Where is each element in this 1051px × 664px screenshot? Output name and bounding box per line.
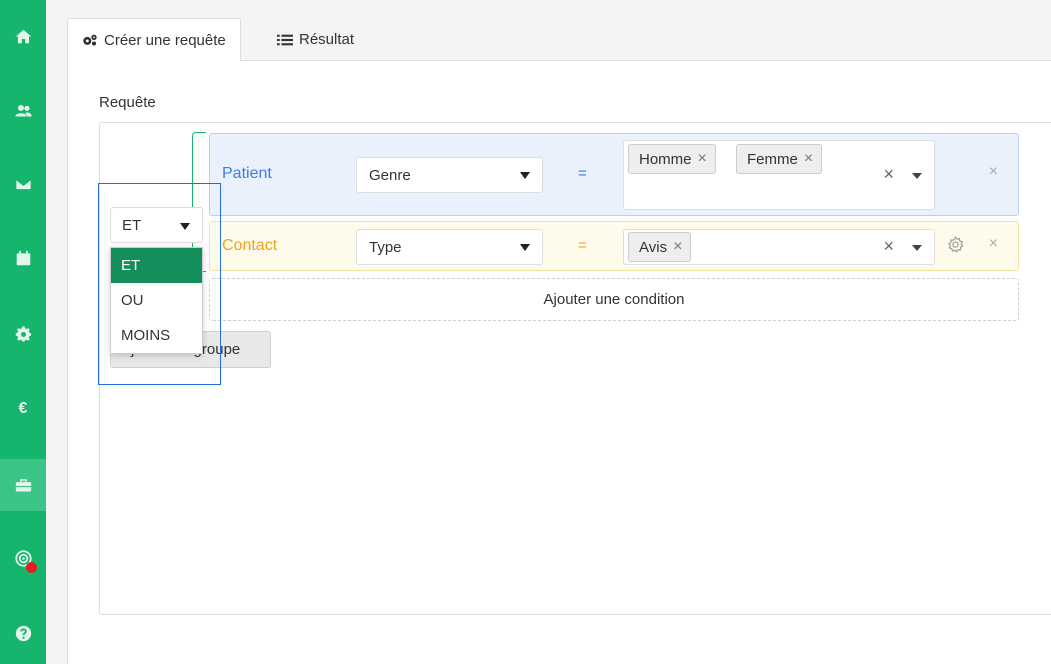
query-label: Requête xyxy=(99,94,156,111)
clear-icon[interactable]: × xyxy=(883,164,894,185)
value-tag: Femme × xyxy=(736,144,823,174)
rule-entity: Patient xyxy=(222,165,272,182)
field-select[interactable]: Type xyxy=(356,229,543,265)
operator-option-ou[interactable]: OU xyxy=(111,283,202,318)
home-icon xyxy=(15,29,31,43)
remove-rule-icon[interactable]: × xyxy=(989,235,998,253)
euro-icon: € xyxy=(18,400,28,417)
gear-icon xyxy=(15,325,31,342)
value-tag-label: Homme xyxy=(639,150,692,168)
tab-label: Résultat xyxy=(299,31,355,48)
remove-tag-icon[interactable]: × xyxy=(804,150,813,168)
sidebar-item-tools[interactable] xyxy=(0,459,46,511)
remove-tag-icon[interactable]: × xyxy=(698,150,707,168)
sidebar-item-billing[interactable]: € xyxy=(0,383,46,435)
value-multiselect[interactable]: Avis × × xyxy=(623,229,935,265)
sidebar-item-help[interactable] xyxy=(0,607,46,659)
rule-entity: Contact xyxy=(222,237,278,254)
tab-create-query[interactable]: Créer une requête xyxy=(67,18,241,62)
sidebar-item-monitor[interactable] xyxy=(0,532,46,584)
caret-down-icon[interactable] xyxy=(912,245,922,251)
envelope-icon xyxy=(14,178,32,190)
cogs-icon xyxy=(83,34,97,46)
operator-option-et[interactable]: ET xyxy=(111,248,202,283)
sidebar-item-settings[interactable] xyxy=(0,308,46,360)
tab-label: Créer une requête xyxy=(104,31,226,49)
tab-result[interactable]: Résultat xyxy=(263,18,368,61)
users-icon xyxy=(14,104,32,116)
group-operator-value: ET xyxy=(122,216,142,234)
value-multiselect[interactable]: Homme × Femme × × xyxy=(623,140,935,210)
rule-operator: = xyxy=(578,165,587,182)
sidebar-item-home[interactable] xyxy=(0,10,46,62)
notification-badge xyxy=(26,562,37,573)
value-tag: Homme × xyxy=(628,144,716,174)
remove-tag-icon[interactable]: × xyxy=(673,238,682,256)
value-tag-label: Femme xyxy=(747,150,798,168)
gear-icon[interactable] xyxy=(947,236,964,253)
query-builder: Patient Genre = Homme × Femme × × × Cont… xyxy=(99,122,1051,615)
sidebar-item-calendar[interactable] xyxy=(0,232,46,284)
rule-contact: Contact Type = Avis × × × xyxy=(209,221,1019,271)
caret-down-icon xyxy=(180,223,190,230)
help-icon xyxy=(15,625,31,641)
field-select-value: Genre xyxy=(369,166,411,184)
caret-down-icon xyxy=(520,172,530,179)
group-operator-menu: ET OU MOINS xyxy=(110,247,203,354)
sidebar-item-users[interactable] xyxy=(0,84,46,136)
operator-option-moins[interactable]: MOINS xyxy=(111,318,202,353)
value-tag-label: Avis xyxy=(639,238,668,256)
add-condition-button[interactable]: Ajouter une condition xyxy=(209,278,1019,321)
tab-bar: Créer une requête Résultat xyxy=(67,18,1051,62)
toolbox-icon xyxy=(15,478,31,491)
rule-operator: = xyxy=(578,237,587,254)
field-select[interactable]: Genre xyxy=(356,157,543,193)
sidebar-item-messages[interactable] xyxy=(0,158,46,210)
caret-down-icon[interactable] xyxy=(912,173,922,179)
remove-rule-icon[interactable]: × xyxy=(989,163,998,181)
main-content: Requête Patient Genre = Homme × Femme × … xyxy=(67,61,1051,664)
caret-down-icon xyxy=(520,244,530,251)
list-icon xyxy=(277,34,293,45)
calendar-icon xyxy=(16,250,30,265)
value-tag: Avis × xyxy=(628,232,692,262)
clear-icon[interactable]: × xyxy=(883,236,894,257)
field-select-value: Type xyxy=(369,238,402,256)
group-operator-select[interactable]: ET xyxy=(110,207,203,243)
sidebar: € xyxy=(0,0,46,664)
rule-patient: Patient Genre = Homme × Femme × × × xyxy=(209,133,1019,216)
